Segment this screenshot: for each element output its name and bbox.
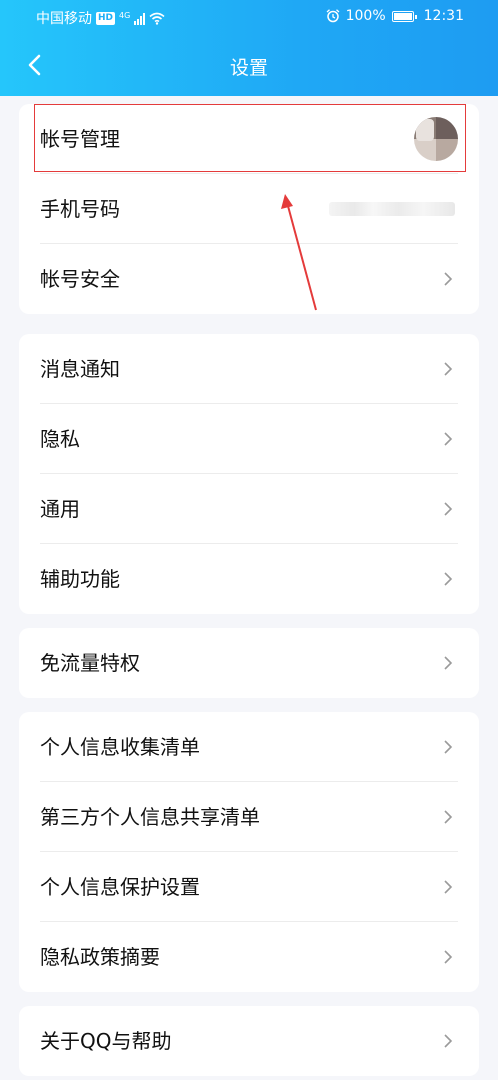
row-label: 关于QQ与帮助: [40, 1029, 172, 1053]
status-left: 中国移动 HD 4G: [36, 8, 165, 28]
settings-row-privacy[interactable]: 隐私: [19, 404, 479, 474]
network-type: 4G: [119, 10, 131, 20]
settings-row-third-party-sharing-list[interactable]: 第三方个人信息共享清单: [19, 782, 479, 852]
settings-row-data-free-privilege[interactable]: 免流量特权: [19, 628, 479, 698]
row-label: 隐私: [40, 427, 80, 451]
settings-group-data-free: 免流量特权: [19, 628, 479, 698]
settings-row-general[interactable]: 通用: [19, 474, 479, 544]
highlight-box: [34, 104, 466, 172]
wifi-icon: [149, 12, 165, 25]
row-label: 手机号码: [40, 197, 120, 221]
chevron-right-icon: [444, 272, 453, 286]
row-label: 隐私政策摘要: [40, 945, 160, 969]
chevron-right-icon: [444, 740, 453, 754]
status-bar: 中国移动 HD 4G 100% 12:31: [0, 0, 498, 34]
settings-group-personal-info: 个人信息收集清单 第三方个人信息共享清单 个人信息保护设置 隐私政策摘要: [19, 712, 479, 992]
row-label: 免流量特权: [40, 651, 140, 675]
page-title: 设置: [229, 57, 268, 79]
title-bar: 设置: [0, 40, 498, 90]
chevron-right-icon: [444, 362, 453, 376]
settings-row-phone-number[interactable]: 手机号码: [19, 174, 479, 244]
settings-row-info-collection-list[interactable]: 个人信息收集清单: [19, 712, 479, 782]
alarm-icon: [326, 9, 340, 23]
status-right: 100% 12:31: [326, 8, 464, 24]
settings-row-info-protection-settings[interactable]: 个人信息保护设置: [19, 852, 479, 922]
blurred-phone-number: [329, 202, 455, 216]
settings-group-about: 关于QQ与帮助: [19, 1006, 479, 1076]
row-label: 个人信息收集清单: [40, 735, 200, 759]
battery-icon: [391, 10, 417, 22]
chevron-right-icon: [444, 432, 453, 446]
row-label: 通用: [40, 497, 80, 521]
signal-icon: [134, 12, 146, 25]
clock: 12:31: [423, 8, 464, 24]
row-label: 个人信息保护设置: [40, 875, 200, 899]
chevron-right-icon: [444, 572, 453, 586]
row-label: 第三方个人信息共享清单: [40, 805, 260, 829]
row-label: 辅助功能: [40, 567, 120, 591]
settings-group-general: 消息通知 隐私 通用 辅助功能: [19, 334, 479, 614]
row-label: 帐号安全: [40, 267, 120, 291]
chevron-right-icon: [444, 502, 453, 516]
chevron-right-icon: [444, 880, 453, 894]
chevron-right-icon: [444, 950, 453, 964]
chevron-right-icon: [444, 810, 453, 824]
settings-row-notifications[interactable]: 消息通知: [19, 334, 479, 404]
chevron-right-icon: [444, 1034, 453, 1048]
hd-icon: HD: [96, 11, 116, 25]
chevron-right-icon: [444, 656, 453, 670]
carrier-name: 中国移动: [36, 11, 92, 27]
settings-row-privacy-policy-summary[interactable]: 隐私政策摘要: [19, 922, 479, 992]
settings-row-about-qq-help[interactable]: 关于QQ与帮助: [19, 1006, 479, 1076]
settings-row-accessibility[interactable]: 辅助功能: [19, 544, 479, 614]
settings-row-account-security[interactable]: 帐号安全: [19, 244, 479, 314]
row-label: 消息通知: [40, 357, 120, 381]
battery-level: 100%: [345, 8, 386, 24]
